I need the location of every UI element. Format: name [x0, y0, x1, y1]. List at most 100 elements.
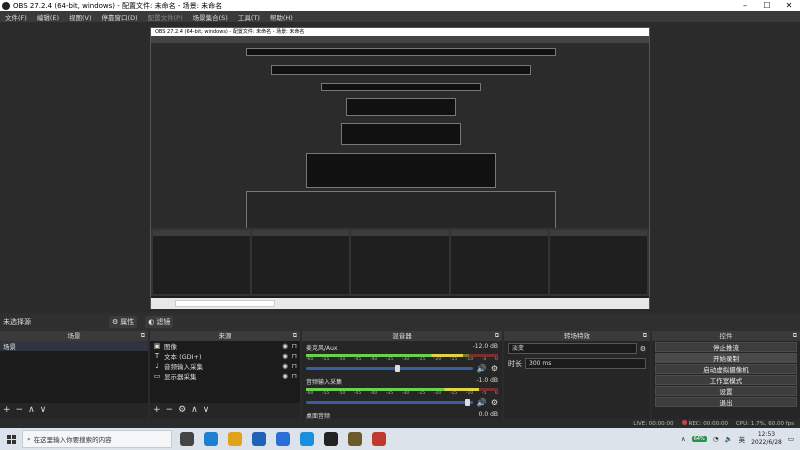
gear-icon[interactable]: ⚙	[178, 405, 186, 415]
popout-icon[interactable]: ⧉	[495, 331, 499, 341]
exit-button[interactable]: 退出	[655, 397, 797, 407]
chevron-up-icon[interactable]: ∧	[681, 435, 686, 443]
remove-icon[interactable]: −	[16, 405, 24, 415]
mixer-header: 混音器 ⧉	[302, 331, 502, 341]
mail-icon[interactable]	[252, 432, 266, 446]
settings-button[interactable]: 设置	[655, 386, 797, 396]
source-item[interactable]: T 文本 (GDI+) ◉ ⊓	[150, 351, 300, 361]
lock-icon[interactable]: ⊓	[292, 342, 297, 350]
menu-help[interactable]: 帮助(H)	[265, 12, 298, 22]
ime-indicator[interactable]: 英	[739, 434, 746, 444]
nested-menu	[151, 36, 649, 43]
edge-icon[interactable]	[204, 432, 218, 446]
duration-label: 时长	[508, 359, 522, 368]
remove-icon[interactable]: −	[166, 405, 174, 415]
folder-icon[interactable]	[228, 432, 242, 446]
source-item[interactable]: ▭ 显示器采集 ◉ ⊓	[150, 371, 300, 381]
obs-icon[interactable]	[324, 432, 338, 446]
nested-dock	[351, 230, 449, 294]
menu-scene-collection[interactable]: 场景集合(S)	[188, 12, 233, 22]
nested-taskbar	[151, 298, 649, 309]
eye-icon[interactable]: ◉	[282, 362, 288, 370]
popout-icon[interactable]: ⧉	[293, 331, 297, 341]
speaker-icon[interactable]: 🔊	[477, 398, 487, 407]
duration-input[interactable]: 300 ms	[525, 358, 646, 369]
battery-icon[interactable]: 64%	[691, 436, 707, 442]
recorder-icon[interactable]	[372, 432, 386, 446]
start-virtual-camera-button[interactable]: 启动虚拟摄像机	[655, 364, 797, 374]
close-icon[interactable]: ✕	[778, 1, 800, 10]
maximize-icon[interactable]: ☐	[756, 1, 778, 10]
minimize-icon[interactable]: –	[734, 1, 756, 10]
properties-button[interactable]: ⚙ 属性	[109, 316, 138, 328]
source-item[interactable]: ♩ 音频输入采集 ◉ ⊓	[150, 361, 300, 371]
text-icon: T	[154, 352, 160, 360]
popout-icon[interactable]: ⧉	[643, 331, 647, 341]
eye-icon[interactable]: ◉	[282, 352, 288, 360]
window-controls: – ☐ ✕	[734, 1, 800, 10]
volume-slider[interactable]	[306, 399, 473, 406]
clock[interactable]: 12:53 2022/6/28	[751, 431, 782, 447]
menu-profile[interactable]: 配置文件(P)	[143, 12, 188, 22]
lock-icon[interactable]: ⊓	[292, 372, 297, 380]
menu-tools[interactable]: 工具(T)	[233, 12, 265, 22]
scene-item[interactable]: 场景	[0, 341, 148, 351]
add-icon[interactable]: +	[153, 405, 161, 415]
microphone-icon: ♩	[155, 362, 159, 370]
lenovo-icon[interactable]	[276, 432, 290, 446]
start-button[interactable]	[0, 428, 22, 450]
move-down-icon[interactable]: ∨	[40, 405, 47, 415]
studio-mode-button[interactable]: 工作室模式	[655, 375, 797, 385]
cpu-status: CPU: 1.7%, 60.00 fps	[735, 420, 794, 427]
volume-meter	[306, 388, 498, 391]
meter-ticks: -60 -55 -50 -45 -40 -35 -30 -25 -20 -15 -10 -5 0	[306, 357, 498, 363]
nested-dock	[153, 230, 251, 294]
lock-icon[interactable]: ⊓	[292, 352, 297, 360]
image-icon: ▣	[153, 342, 161, 350]
nested-dock	[549, 230, 648, 294]
meter-tick: -35	[385, 391, 394, 396]
meter-tick: -30	[401, 391, 410, 396]
popout-icon[interactable]: ⧉	[793, 331, 797, 341]
volume-icon[interactable]: 🔈	[724, 435, 732, 443]
taskbar-search[interactable]: ⌕ 在这里输入你要搜索的内容	[22, 430, 172, 448]
speaker-icon[interactable]: 🔊	[477, 364, 487, 373]
menu-docks[interactable]: 停靠窗口(D)	[97, 12, 143, 22]
volume-slider[interactable]	[306, 365, 473, 372]
lock-icon[interactable]: ⊓	[292, 362, 297, 370]
transition-select[interactable]: 淡变	[508, 343, 637, 354]
app-icon[interactable]	[300, 432, 314, 446]
source-item[interactable]: ▣ 图像 ◉ ⊓	[150, 341, 300, 351]
move-down-icon[interactable]: ∨	[203, 405, 210, 415]
move-up-icon[interactable]: ∧	[28, 405, 35, 415]
move-up-icon[interactable]: ∧	[191, 405, 198, 415]
menu-edit[interactable]: 编辑(E)	[32, 12, 64, 22]
task-view-icon[interactable]	[180, 432, 194, 446]
gear-icon[interactable]: ⚙	[491, 398, 498, 407]
game-icon[interactable]	[348, 432, 362, 446]
meter-tick: -35	[385, 357, 394, 362]
network-icon[interactable]: ◔	[713, 435, 719, 443]
notification-icon[interactable]: ▭	[788, 435, 794, 443]
mixer-channel: 麦克风/Aux -12.0 dB -60 -55 -50 -45 -40 -35 -30 -25…	[306, 343, 498, 373]
stop-streaming-button[interactable]: 停止推流	[655, 342, 797, 352]
menu-view[interactable]: 视图(V)	[64, 12, 97, 22]
start-recording-button[interactable]: 开始录制	[655, 353, 797, 363]
eye-icon[interactable]: ◉	[282, 342, 288, 350]
window-title: OBS 27.2.4 (64-bit, windows) - 配置文件: 未命名…	[13, 1, 223, 10]
preview-canvas[interactable]: OBS 27.2.4 (64-bit, windows) - 配置文件: 未命名…	[0, 22, 800, 313]
popout-icon[interactable]: ⧉	[141, 331, 145, 341]
gear-icon[interactable]: ⚙	[491, 364, 498, 373]
rec-status: REC: 00:00:00	[681, 420, 728, 427]
menu-file[interactable]: 文件(F)	[0, 12, 32, 22]
filters-button[interactable]: ◐ 滤镜	[145, 316, 174, 328]
tunnel-layer	[346, 98, 456, 116]
filter-icon: ◐	[148, 318, 155, 326]
gear-icon[interactable]: ⚙	[640, 345, 646, 353]
meter-tick: -45	[353, 391, 362, 396]
add-icon[interactable]: +	[3, 405, 11, 415]
eye-icon[interactable]: ◉	[282, 372, 288, 380]
nested-search	[175, 300, 275, 307]
scenes-toolbar: + − ∧ ∨	[0, 403, 148, 417]
taskbar: ⌕ 在这里输入你要搜索的内容 ∧ 64% ◔ 🔈 英 12:53 2022/6/…	[0, 428, 800, 450]
